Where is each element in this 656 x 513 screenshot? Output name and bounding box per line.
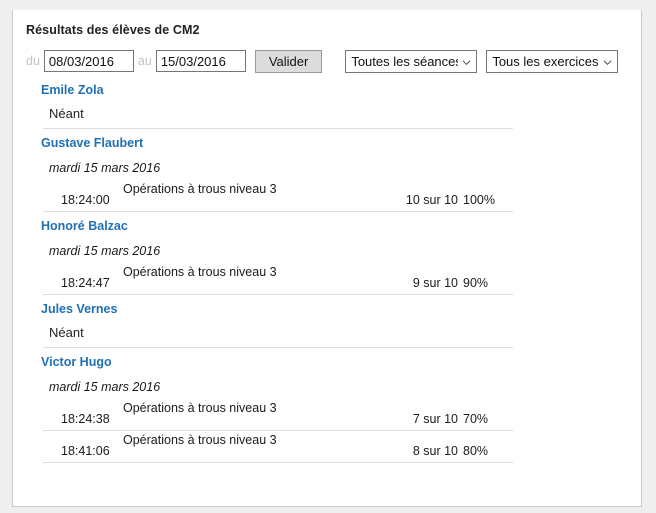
sessions-select[interactable]: Toutes les séances [345,49,478,73]
student-name[interactable]: Jules Vernes [13,295,641,320]
student-name[interactable]: Gustave Flaubert [13,129,641,154]
attempt-percent: 80% [463,444,489,458]
chevron-down-icon [462,58,471,67]
attempt-exercise-name: Opérations à trous niveau 3 [123,401,277,415]
session-date: mardi 15 mars 2016 [49,161,161,175]
row-divider [43,462,513,463]
attempt-score: 8 sur 10 [412,444,458,458]
attempt-percent: 70% [463,412,489,426]
student-block: Emile Zola Néant [13,76,641,129]
attempt-exercise-name: Opérations à trous niveau 3 [123,182,277,196]
attempt-time: 18:41:06 [61,444,110,458]
session-date: mardi 15 mars 2016 [49,244,161,258]
page-title: Résultats des élèves de CM2 [26,23,200,37]
attempt-score: 7 sur 10 [412,412,458,426]
session-date: mardi 15 mars 2016 [49,380,161,394]
empty-results-text: Néant [49,325,84,340]
sessions-select-value: Toutes les séances [351,53,459,69]
date-to-label: au [137,54,152,68]
date-from-label: du [26,54,40,68]
attempt-percent: 100% [463,193,495,207]
student-name[interactable]: Honoré Balzac [13,212,641,237]
attempt-row[interactable]: 18:24:38 Opérations à trous niveau 3 7 sur… [13,399,641,430]
attempt-exercise-name: Opérations à trous niveau 3 [123,265,277,279]
attempt-time: 18:24:47 [61,276,110,290]
attempt-row[interactable]: 18:41:06 Opérations à trous niveau 3 8 sur… [13,431,641,462]
attempt-row[interactable]: 18:24:47 Opérations à trous niveau 3 9 sur… [13,263,641,294]
results-list: Emile Zola Néant Gustave Flaubert mardi 15 … [13,76,641,463]
exercises-select-value: Tous les exercices [492,53,599,69]
chevron-down-icon [603,58,612,67]
student-name[interactable]: Emile Zola [13,76,641,101]
date-to-input[interactable] [155,50,246,72]
date-from-input[interactable] [43,50,134,72]
validate-button[interactable]: Valider [254,49,323,73]
student-block: Gustave Flaubert mardi 15 mars 2016 18:24:… [13,129,641,212]
attempt-exercise-name: Opérations à trous niveau 3 [123,433,277,447]
attempt-row[interactable]: 18:24:00 Opérations à trous niveau 3 10 su… [13,180,641,211]
student-block: Jules Vernes Néant [13,295,641,348]
student-block: Victor Hugo mardi 15 mars 2016 18:24:38 Opé… [13,348,641,463]
attempt-time: 18:24:00 [61,193,110,207]
filter-bar: du au Valider Toutes les séances Tous le… [22,49,619,73]
results-panel: Résultats des élèves de CM2 du au Valide… [12,10,642,507]
attempt-score: 9 sur 10 [412,276,458,290]
student-block: Honoré Balzac mardi 15 mars 2016 18:24:47 O… [13,212,641,295]
attempt-score: 10 sur 10 [405,193,458,207]
student-name[interactable]: Victor Hugo [13,348,641,373]
exercises-select[interactable]: Tous les exercices [486,49,619,73]
attempt-time: 18:24:38 [61,412,110,426]
attempt-percent: 90% [463,276,489,290]
empty-results-text: Néant [49,106,84,121]
